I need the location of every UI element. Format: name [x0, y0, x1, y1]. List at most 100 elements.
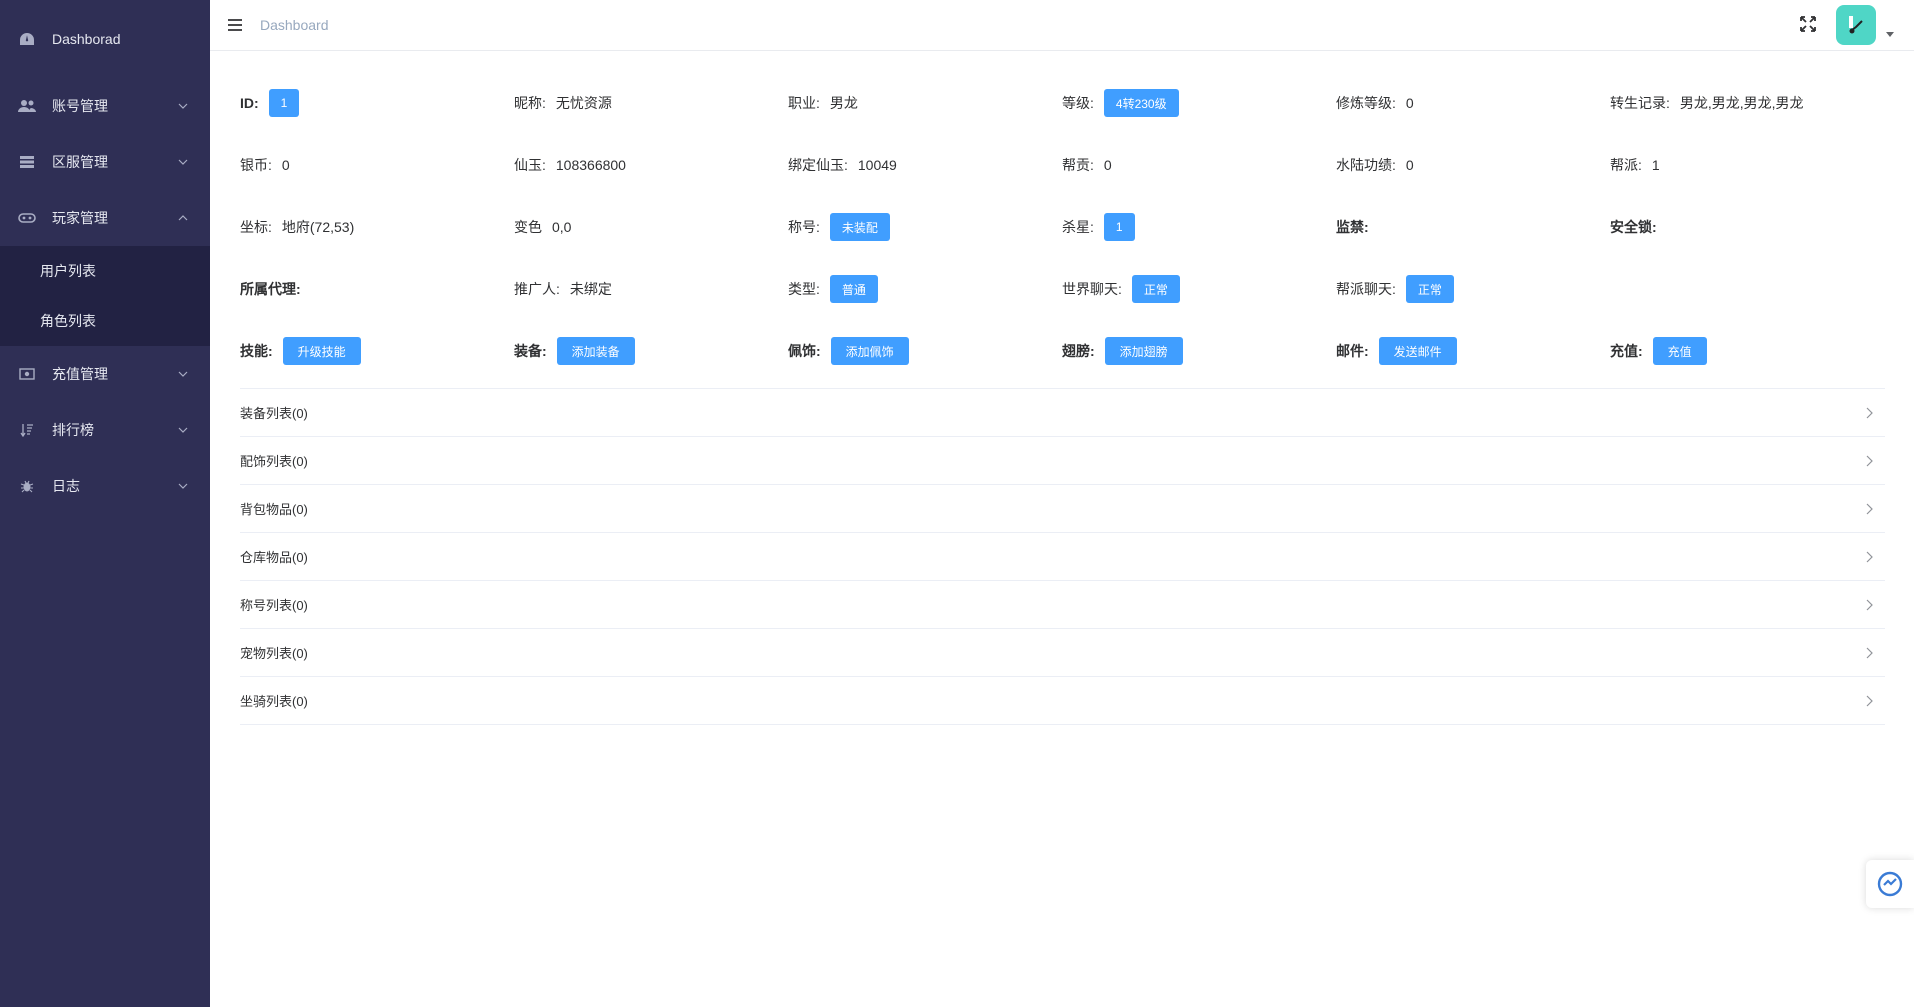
- sidebar-item-label: 玩家管理: [52, 210, 108, 226]
- info-row-3: 坐标: 地府(72,53) 变色 0,0 称号: 未装配 杀星: 1 监禁: 安…: [240, 196, 1885, 258]
- type-tag-button[interactable]: 普通: [829, 275, 878, 303]
- chevron-right-icon: [1866, 455, 1873, 466]
- collapse-item-backpack[interactable]: 背包物品(0): [240, 485, 1885, 533]
- chevron-down-icon: [178, 483, 188, 489]
- collapse-item-pets[interactable]: 宠物列表(0): [240, 629, 1885, 677]
- field-value: 0: [1405, 157, 1414, 173]
- sidebar-item-players[interactable]: 玩家管理: [0, 190, 210, 246]
- field-nickname: 昵称: 无忧资源: [514, 93, 788, 113]
- info-row-1: ID: 1 昵称: 无忧资源 职业: 男龙 等级: 4转230级 修炼等级: 0…: [240, 72, 1885, 134]
- field-value: 0: [1405, 95, 1414, 111]
- info-row-4: 所属代理: 推广人: 未绑定 类型: 普通 世界聊天: 正常 帮派聊天: 正常: [240, 258, 1885, 320]
- users-icon: [18, 97, 36, 115]
- avatar-image-icon: [1849, 16, 1863, 34]
- sidebar-item-ranking[interactable]: 排行榜: [0, 402, 210, 458]
- sidebar-item-label: Dashborad: [52, 31, 121, 47]
- avatar[interactable]: [1836, 5, 1876, 45]
- field-ban: 监禁:: [1336, 217, 1610, 237]
- chevron-right-icon: [1866, 647, 1873, 658]
- field-label: 监禁:: [1336, 219, 1369, 235]
- collapse-item-mounts[interactable]: 坐骑列表(0): [240, 677, 1885, 725]
- recharge-button[interactable]: 充值: [1652, 337, 1707, 365]
- sidebar: Dashborad 账号管理 区服管理 玩家管理 用户列表 角色列表 充值管理: [0, 0, 210, 1007]
- add-equipment-button[interactable]: 添加装备: [556, 337, 635, 365]
- field-label: 安全锁:: [1610, 219, 1657, 235]
- field-guild-chat: 帮派聊天: 正常: [1336, 275, 1610, 303]
- field-label: 充值:: [1610, 343, 1643, 359]
- field-recharge: 充值: 充值: [1610, 337, 1884, 365]
- field-bound-xianyu: 绑定仙玉: 10049: [788, 155, 1062, 175]
- field-label: 技能:: [240, 343, 273, 359]
- field-label: 昵称:: [514, 95, 546, 111]
- field-contribution: 帮贡: 0: [1062, 155, 1336, 175]
- field-label: 推广人:: [514, 281, 560, 297]
- field-label: 翅膀:: [1062, 343, 1095, 359]
- field-agent: 所属代理:: [240, 279, 514, 299]
- floating-helper-widget[interactable]: [1866, 860, 1914, 908]
- players-submenu: 用户列表 角色列表: [0, 246, 210, 346]
- sidebar-item-role-list[interactable]: 角色列表: [0, 296, 210, 346]
- field-label: 世界聊天:: [1062, 281, 1122, 297]
- top-navbar: Dashboard: [210, 0, 1914, 51]
- sidebar-item-user-list[interactable]: 用户列表: [0, 246, 210, 296]
- field-label: 变色: [514, 219, 542, 235]
- field-value: 男龙: [829, 95, 858, 111]
- id-tag-button[interactable]: 1: [268, 89, 300, 117]
- hamburger-menu-icon[interactable]: [224, 14, 246, 36]
- sidebar-item-label: 日志: [52, 478, 80, 494]
- sidebar-item-logs[interactable]: 日志: [0, 458, 210, 514]
- chevron-right-icon: [1866, 599, 1873, 610]
- field-label: 修炼等级:: [1336, 95, 1396, 111]
- field-value: 男龙,男龙,男龙,男龙: [1679, 95, 1804, 111]
- chevron-down-icon: [178, 427, 188, 433]
- chevron-up-icon: [178, 215, 188, 221]
- field-type: 类型: 普通: [788, 275, 1062, 303]
- sidebar-item-dashboard[interactable]: Dashborad: [0, 0, 210, 78]
- chevron-right-icon: [1866, 407, 1873, 418]
- title-tag-button[interactable]: 未装配: [829, 213, 890, 241]
- world-chat-status-button[interactable]: 正常: [1131, 275, 1180, 303]
- add-accessory-button[interactable]: 添加佩饰: [830, 337, 909, 365]
- sidebar-item-recharge[interactable]: 充值管理: [0, 346, 210, 402]
- server-icon: [18, 153, 36, 171]
- field-label: 装备:: [514, 343, 547, 359]
- sidebar-item-label: 排行榜: [52, 422, 94, 438]
- chevron-down-icon: [178, 371, 188, 377]
- field-label: 银币:: [240, 157, 272, 173]
- breadcrumb: Dashboard: [260, 17, 329, 33]
- field-rebirth: 转生记录: 男龙,男龙,男龙,男龙: [1610, 93, 1884, 113]
- caret-down-icon[interactable]: [1886, 32, 1894, 38]
- chevron-right-icon: [1866, 503, 1873, 514]
- chevron-down-icon: [178, 159, 188, 165]
- field-wing: 翅膀: 添加翅膀: [1062, 337, 1336, 365]
- sidebar-item-servers[interactable]: 区服管理: [0, 134, 210, 190]
- sidebar-item-label: 账号管理: [52, 98, 108, 114]
- sidebar-item-label: 充值管理: [52, 366, 108, 382]
- upgrade-skill-button[interactable]: 升级技能: [282, 337, 361, 365]
- guild-chat-status-button[interactable]: 正常: [1405, 275, 1454, 303]
- money-icon: [18, 365, 36, 383]
- field-value: 0: [1103, 157, 1112, 173]
- field-title: 称号: 未装配: [788, 213, 1062, 241]
- field-guild: 帮派: 1: [1610, 155, 1884, 175]
- collapse-item-warehouse[interactable]: 仓库物品(0): [240, 533, 1885, 581]
- field-label: 帮派:: [1610, 157, 1642, 173]
- kill-star-tag-button[interactable]: 1: [1103, 213, 1135, 241]
- collapse-item-accessories[interactable]: 配饰列表(0): [240, 437, 1885, 485]
- collapse-item-equipment[interactable]: 装备列表(0): [240, 389, 1885, 437]
- field-mail: 邮件: 发送邮件: [1336, 337, 1610, 365]
- level-tag-button[interactable]: 4转230级: [1103, 89, 1179, 117]
- collapse-item-titles[interactable]: 称号列表(0): [240, 581, 1885, 629]
- sidebar-item-accounts[interactable]: 账号管理: [0, 78, 210, 134]
- field-label: 帮贡:: [1062, 157, 1094, 173]
- field-value: 0,0: [552, 219, 572, 235]
- field-label: 坐标:: [240, 219, 272, 235]
- field-security-lock: 安全锁:: [1610, 217, 1884, 237]
- field-value: 10049: [857, 157, 897, 173]
- fullscreen-icon[interactable]: [1799, 15, 1819, 35]
- add-wing-button[interactable]: 添加翅膀: [1104, 337, 1183, 365]
- field-label: 职业:: [788, 95, 820, 111]
- send-mail-button[interactable]: 发送邮件: [1378, 337, 1457, 365]
- chevron-right-icon: [1866, 551, 1873, 562]
- field-value: 未绑定: [569, 281, 612, 297]
